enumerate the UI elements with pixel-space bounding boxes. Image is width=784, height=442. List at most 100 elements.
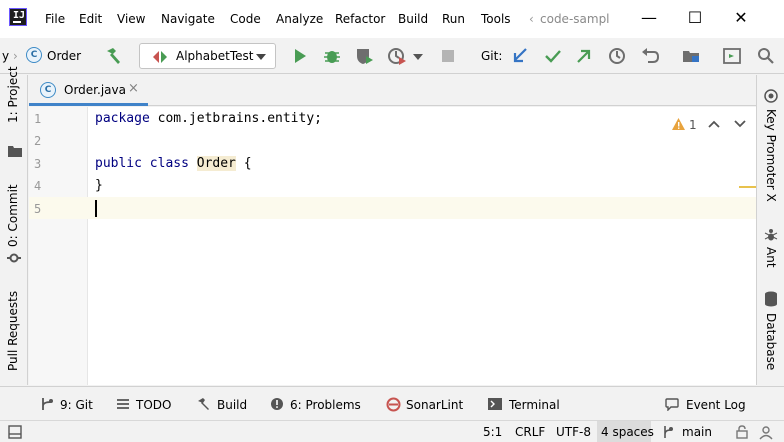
left-tool-strip: 1: Project 0: Commit Pull Requests xyxy=(0,66,28,385)
key-promoter-tool-tab[interactable]: Key Promoter X xyxy=(764,109,778,202)
pull-requests-tool-tab[interactable]: Pull Requests xyxy=(6,291,20,371)
bottom-tool-bar: 9: Git TODO Build 6: Problems SonarLint … xyxy=(0,386,784,420)
event-log-icon xyxy=(665,398,679,411)
menu-code[interactable]: Code xyxy=(230,12,261,26)
chevron-down-icon xyxy=(256,54,266,60)
git-push-icon[interactable] xyxy=(574,46,594,66)
git-branch[interactable]: main xyxy=(682,425,712,439)
terminal-icon xyxy=(488,398,502,410)
git-branch-icon xyxy=(42,398,53,410)
current-line-highlight xyxy=(88,197,756,219)
sonarlint-tool-button[interactable]: SonarLint xyxy=(386,397,464,412)
line-number: 2 xyxy=(34,134,42,148)
stop-icon[interactable] xyxy=(438,46,458,66)
error-stripe-marker[interactable] xyxy=(739,186,756,188)
tab-close-icon[interactable]: × xyxy=(128,81,139,96)
git-branch-icon xyxy=(664,426,673,438)
right-tool-strip: Key Promoter X Ant Database xyxy=(756,75,784,385)
breadcrumb-separator: › xyxy=(13,49,18,63)
run-anything-icon[interactable] xyxy=(722,46,742,66)
key-promoter-icon xyxy=(764,89,778,103)
editor-gutter: 1 2 3 4 5 xyxy=(29,107,88,385)
menu-refactor[interactable]: Refactor xyxy=(335,12,385,26)
main-toolbar: y › C Order AlphabetTest Git: xyxy=(0,38,784,74)
editor-tab-bar: C Order.java × xyxy=(29,75,756,106)
minimize-button[interactable]: — xyxy=(635,6,663,28)
chevron-down-icon[interactable] xyxy=(734,119,746,129)
menu-build[interactable]: Build xyxy=(398,12,428,26)
project-structure-icon[interactable] xyxy=(681,46,701,66)
menu-run[interactable]: Run xyxy=(442,12,465,26)
run-icon[interactable] xyxy=(290,46,310,66)
todo-tool-button[interactable]: TODO xyxy=(116,398,171,412)
warning-icon[interactable] xyxy=(671,117,686,131)
breadcrumb-prev[interactable]: y xyxy=(2,49,9,63)
problems-tool-button[interactable]: 6: Problems xyxy=(270,398,361,412)
git-commit-icon[interactable] xyxy=(543,46,563,66)
chevron-up-icon[interactable] xyxy=(708,119,720,129)
rollback-icon[interactable] xyxy=(640,46,660,66)
folder-icon xyxy=(8,146,22,157)
event-log-tool-label: Event Log xyxy=(686,398,746,412)
menu-navigate[interactable]: Navigate xyxy=(161,12,215,26)
list-icon xyxy=(117,399,129,409)
profiler-icon[interactable] xyxy=(387,46,407,66)
class-icon: C xyxy=(40,82,56,98)
todo-tool-label: TODO xyxy=(136,398,172,412)
run-config-selector[interactable]: AlphabetTest xyxy=(139,43,276,69)
run-config-label: AlphabetTest xyxy=(176,49,254,63)
indent-setting[interactable]: 4 spaces xyxy=(601,425,654,439)
intellij-logo-icon[interactable]: IJ xyxy=(9,8,27,26)
class-icon: C xyxy=(26,47,42,63)
breadcrumb-current[interactable]: Order xyxy=(47,49,81,63)
search-icon[interactable] xyxy=(756,46,776,66)
keyword: public class xyxy=(95,156,189,171)
sonarlint-tool-label: SonarLint xyxy=(406,398,464,412)
project-title: code-sampl xyxy=(540,12,610,26)
close-button[interactable]: ✕ xyxy=(727,6,755,28)
line-number: 4 xyxy=(34,179,42,193)
code-line-3: public class Order { xyxy=(95,156,252,171)
code-editor[interactable]: package com.jetbrains.entity; public cla… xyxy=(88,107,756,385)
menu-overflow-icon[interactable]: ‹ xyxy=(529,12,534,26)
class-name: Order xyxy=(196,156,236,171)
line-number: 1 xyxy=(34,112,42,126)
run-config-icon xyxy=(153,51,167,63)
build-tool-button[interactable]: Build xyxy=(197,398,247,412)
event-log-tool-button[interactable]: Event Log xyxy=(665,398,746,412)
code-line-4: } xyxy=(95,178,103,193)
menu-edit[interactable]: Edit xyxy=(79,12,102,26)
git-update-icon[interactable] xyxy=(510,46,530,66)
line-separator[interactable]: CRLF xyxy=(515,425,545,439)
file-encoding[interactable]: UTF-8 xyxy=(556,425,591,439)
git-tool-label: 9: Git xyxy=(60,398,93,412)
debug-icon[interactable] xyxy=(322,46,342,66)
line-number: 5 xyxy=(34,202,42,216)
run-more-chevron-icon[interactable] xyxy=(413,54,423,60)
terminal-tool-label: Terminal xyxy=(509,398,560,412)
commit-tool-tab[interactable]: 0: Commit xyxy=(6,184,20,247)
menu-tools[interactable]: Tools xyxy=(481,12,511,26)
menu-analyze[interactable]: Analyze xyxy=(276,12,323,26)
caret-position[interactable]: 5:1 xyxy=(483,425,502,439)
menu-file[interactable]: File xyxy=(45,12,65,26)
lock-icon[interactable] xyxy=(736,425,748,439)
tool-windows-toggle-icon[interactable] xyxy=(8,425,22,439)
git-label: Git: xyxy=(481,49,503,63)
history-icon[interactable] xyxy=(607,46,627,66)
project-tool-tab[interactable]: 1: Project xyxy=(6,66,20,123)
commit-icon xyxy=(7,253,21,263)
database-tool-tab[interactable]: Database xyxy=(764,313,778,370)
maximize-button[interactable]: ☐ xyxy=(681,6,709,28)
terminal-tool-button[interactable]: Terminal xyxy=(488,398,560,412)
sonarlint-icon xyxy=(386,397,401,412)
build-hammer-icon[interactable] xyxy=(104,46,124,66)
git-tool-button[interactable]: 9: Git xyxy=(40,398,93,412)
coverage-icon[interactable] xyxy=(354,46,374,66)
keyword: package xyxy=(95,111,150,126)
tab-order-java[interactable]: C Order.java × xyxy=(29,75,148,106)
ant-tool-tab[interactable]: Ant xyxy=(764,247,778,268)
inspector-icon[interactable] xyxy=(758,424,774,440)
menu-view[interactable]: View xyxy=(117,12,145,26)
